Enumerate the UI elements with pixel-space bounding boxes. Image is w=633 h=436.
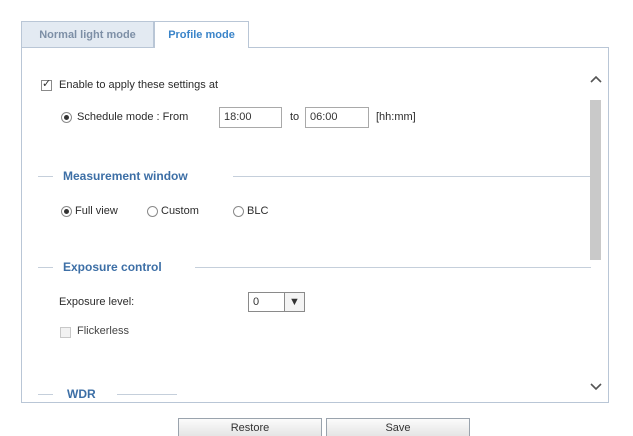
custom-radio[interactable] bbox=[147, 206, 158, 217]
section-divider bbox=[233, 176, 591, 177]
tab-profile-mode[interactable]: Profile mode bbox=[154, 21, 249, 48]
flickerless-label: Flickerless bbox=[77, 325, 129, 337]
exposure-control-title: Exposure control bbox=[63, 260, 162, 274]
checkmark-icon: ✓ bbox=[42, 78, 52, 90]
measurement-window-title: Measurement window bbox=[63, 169, 188, 183]
schedule-to-input[interactable]: 06:00 bbox=[305, 107, 369, 128]
exposure-level-value: 0 bbox=[253, 296, 260, 308]
chevron-down-icon[interactable] bbox=[587, 380, 604, 394]
save-button[interactable]: Save bbox=[326, 418, 470, 436]
settings-panel: ✓ Enable to apply these settings at Sche… bbox=[21, 47, 609, 403]
schedule-to-label: to bbox=[290, 111, 300, 123]
blc-label: BLC bbox=[247, 205, 269, 217]
blc-radio[interactable] bbox=[233, 206, 244, 217]
schedule-from-input[interactable]: 18:00 bbox=[219, 107, 282, 128]
wdr-title: WDR bbox=[67, 387, 96, 401]
enable-schedule-checkbox[interactable]: ✓ bbox=[41, 78, 52, 91]
profile-mode-settings-window: Normal light mode Profile mode ✓ Enable … bbox=[0, 0, 633, 436]
exposure-level-label: Exposure level: bbox=[59, 296, 135, 308]
custom-label: Custom bbox=[161, 205, 199, 217]
scroll-track[interactable] bbox=[590, 92, 601, 378]
section-divider bbox=[38, 394, 53, 395]
enable-schedule-label: Enable to apply these settings at bbox=[59, 79, 218, 91]
restore-button[interactable]: Restore bbox=[178, 418, 322, 436]
tab-normal-light-mode[interactable]: Normal light mode bbox=[21, 21, 154, 47]
full-view-label: Full view bbox=[75, 205, 118, 217]
panel-scrollbar[interactable] bbox=[587, 64, 604, 394]
exposure-level-select[interactable]: 0 ▼ bbox=[248, 292, 305, 312]
scroll-thumb[interactable] bbox=[590, 100, 601, 260]
chevron-down-icon: ▼ bbox=[284, 293, 304, 311]
schedule-mode-label: Schedule mode : From bbox=[77, 111, 189, 123]
flickerless-checkbox[interactable] bbox=[60, 327, 71, 338]
schedule-mode-radio[interactable] bbox=[61, 112, 72, 123]
full-view-radio[interactable] bbox=[61, 206, 72, 217]
section-divider bbox=[38, 176, 53, 177]
time-format-hint: [hh:mm] bbox=[376, 111, 416, 123]
section-divider bbox=[38, 267, 53, 268]
section-divider bbox=[117, 394, 177, 395]
section-divider bbox=[195, 267, 591, 268]
chevron-up-icon[interactable] bbox=[587, 72, 604, 86]
